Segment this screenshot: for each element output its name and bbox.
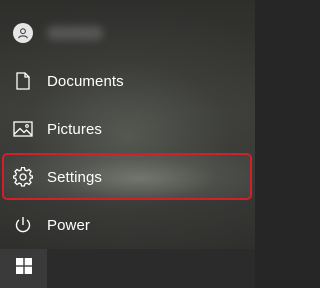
pictures-label: Pictures (47, 120, 102, 138)
avatar-icon (12, 22, 34, 44)
start-menu-left-rail: Documents Pictures Settings Power (0, 0, 255, 249)
gear-icon (12, 166, 34, 188)
start-button[interactable] (0, 249, 47, 288)
power-icon (12, 214, 34, 236)
documents-item[interactable]: Documents (0, 57, 255, 105)
settings-item[interactable]: Settings (0, 153, 255, 201)
picture-icon (12, 118, 34, 140)
pictures-item[interactable]: Pictures (0, 105, 255, 153)
power-label: Power (47, 216, 91, 234)
power-item[interactable]: Power (0, 201, 255, 249)
settings-label: Settings (47, 168, 102, 186)
document-icon (12, 70, 34, 92)
username-redacted (47, 26, 103, 40)
documents-label: Documents (47, 72, 124, 90)
user-account-item[interactable] (0, 9, 255, 57)
taskbar (0, 249, 255, 288)
windows-logo-icon (15, 258, 32, 279)
